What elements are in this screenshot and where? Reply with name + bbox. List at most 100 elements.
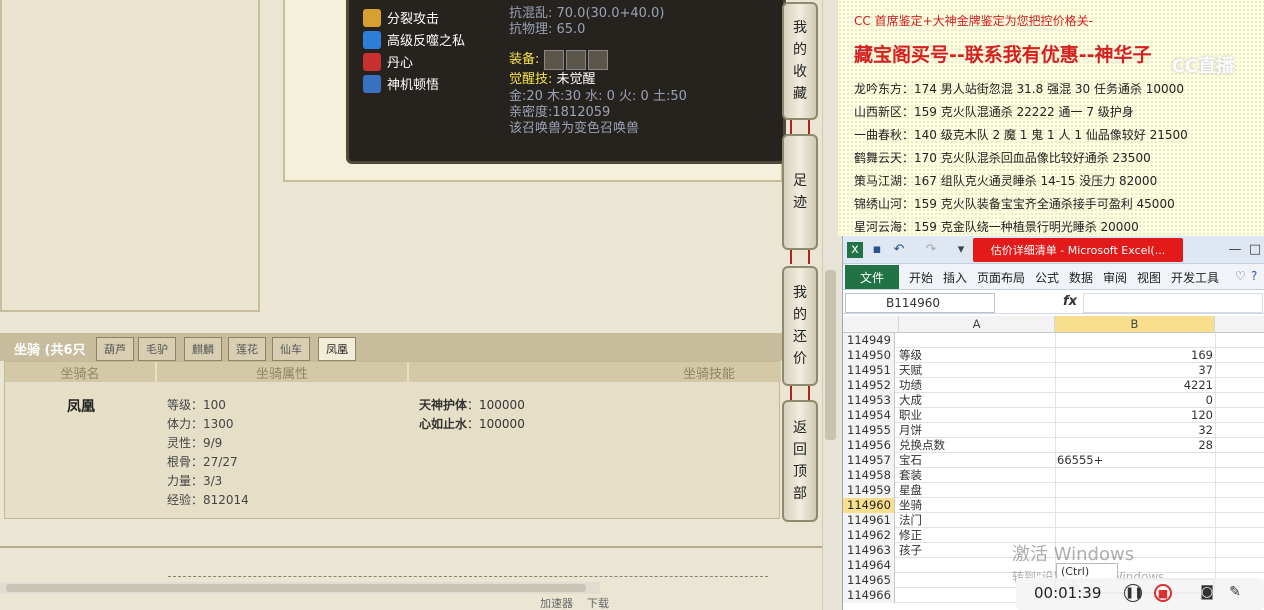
- row-number[interactable]: 114952: [843, 378, 895, 393]
- accelerator-link[interactable]: 加速器: [540, 595, 573, 610]
- cell-a[interactable]: 天赋: [899, 363, 922, 378]
- table-row[interactable]: 114956 兑换点数 28: [843, 438, 1264, 453]
- tab-mount[interactable]: 仙车: [272, 337, 310, 361]
- cell-a[interactable]: 职业: [899, 408, 922, 423]
- table-row[interactable]: 114959 星盘: [843, 483, 1264, 498]
- pen-icon[interactable]: ✎: [1226, 584, 1244, 602]
- tab-data[interactable]: 数据: [1069, 269, 1093, 286]
- cell-a[interactable]: 修正: [899, 528, 922, 543]
- table-row[interactable]: 114952 功绩 4221: [843, 378, 1264, 393]
- table-row[interactable]: 114960 坐骑: [843, 498, 1264, 513]
- cell-a[interactable]: 宝石: [899, 453, 922, 468]
- row-number[interactable]: 114949: [843, 333, 895, 348]
- tab-developer[interactable]: 开发工具: [1171, 269, 1219, 286]
- camera-icon[interactable]: ◙: [1198, 584, 1216, 602]
- cell-a[interactable]: 坐骑: [899, 498, 922, 513]
- maximize-icon[interactable]: □: [1247, 242, 1263, 258]
- row-number[interactable]: 114955: [843, 423, 895, 438]
- cell-a[interactable]: 大成: [899, 393, 922, 408]
- minimize-icon[interactable]: —: [1227, 242, 1243, 258]
- horizontal-scrollbar[interactable]: [0, 582, 600, 594]
- tab-mount-active[interactable]: 凤凰: [318, 337, 356, 361]
- row-number[interactable]: 114954: [843, 408, 895, 423]
- cell-b[interactable]: 169: [1055, 348, 1213, 363]
- scroll-thumb[interactable]: [825, 270, 836, 440]
- help-icon[interactable]: ?: [1251, 269, 1257, 283]
- row-number[interactable]: 114956: [843, 438, 895, 453]
- cell-b[interactable]: 66555+: [1057, 453, 1215, 468]
- tab-mount[interactable]: 毛驴: [138, 337, 176, 361]
- row-number[interactable]: 114960: [843, 498, 895, 513]
- cell-b[interactable]: 32: [1055, 423, 1213, 438]
- tab-review[interactable]: 审阅: [1103, 269, 1127, 286]
- row-number[interactable]: 114965: [843, 573, 895, 588]
- table-row[interactable]: 114950 等级 169: [843, 348, 1264, 363]
- row-number[interactable]: 114966: [843, 588, 895, 603]
- tab-file[interactable]: 文件: [845, 265, 899, 289]
- table-row[interactable]: 114949: [843, 333, 1264, 348]
- vertical-scrollbar[interactable]: [822, 0, 838, 610]
- row-number[interactable]: 114963: [843, 543, 895, 558]
- customize-qat-icon[interactable]: ▾: [953, 242, 969, 258]
- tab-mount[interactable]: 麒麟: [184, 337, 222, 361]
- cell-b[interactable]: 120: [1055, 408, 1213, 423]
- row-number[interactable]: 114959: [843, 483, 895, 498]
- pause-icon[interactable]: ❚❚: [1124, 584, 1143, 602]
- equip-slot[interactable]: [587, 49, 608, 70]
- tab-mount[interactable]: 葫芦: [96, 337, 134, 361]
- scroll-thumb[interactable]: [6, 584, 586, 592]
- row-number[interactable]: 114962: [843, 528, 895, 543]
- row-number[interactable]: 114961: [843, 513, 895, 528]
- row-number[interactable]: 114964: [843, 558, 895, 573]
- row-number[interactable]: 114951: [843, 363, 895, 378]
- equip-slot[interactable]: [543, 49, 564, 70]
- footprint-button[interactable]: 足迹: [782, 134, 818, 250]
- col-header-c[interactable]: [1215, 316, 1264, 333]
- cell-a[interactable]: 法门: [899, 513, 922, 528]
- col-header-b[interactable]: B: [1055, 316, 1215, 333]
- my-bargain-button[interactable]: 我的还价: [782, 266, 818, 386]
- cell-a[interactable]: 星盘: [899, 483, 922, 498]
- my-favorites-button[interactable]: 我的收藏: [782, 2, 818, 120]
- cell-a[interactable]: 功绩: [899, 378, 922, 393]
- redo-icon[interactable]: ↷: [923, 242, 939, 258]
- insert-function-icon[interactable]: fx: [1063, 294, 1077, 309]
- formula-input[interactable]: [1083, 293, 1263, 313]
- tab-home[interactable]: 开始: [909, 269, 933, 286]
- cell-a[interactable]: 兑换点数: [899, 438, 945, 453]
- cell-a[interactable]: 等级: [899, 348, 922, 363]
- row-number[interactable]: 114950: [843, 348, 895, 363]
- tab-insert[interactable]: 插入: [943, 269, 967, 286]
- row-number[interactable]: 114953: [843, 393, 895, 408]
- tab-page-layout[interactable]: 页面布局: [977, 269, 1025, 286]
- table-row[interactable]: 114955 月饼 32: [843, 423, 1264, 438]
- save-icon[interactable]: ▪: [869, 242, 885, 258]
- table-row[interactable]: 114953 大成 0: [843, 393, 1264, 408]
- cell-b[interactable]: 28: [1055, 438, 1213, 453]
- undo-icon[interactable]: ↶: [891, 242, 907, 258]
- stop-record-icon[interactable]: ■: [1154, 584, 1172, 602]
- cell-b[interactable]: 0: [1055, 393, 1213, 408]
- row-number[interactable]: 114958: [843, 468, 895, 483]
- cell-a[interactable]: 套装: [899, 468, 922, 483]
- download-link[interactable]: 下载: [587, 595, 609, 610]
- equip-slot[interactable]: [565, 49, 586, 70]
- name-box[interactable]: B114960: [845, 293, 995, 313]
- table-row[interactable]: 114961 法门: [843, 513, 1264, 528]
- col-header-a[interactable]: A: [899, 316, 1055, 333]
- row-number[interactable]: 114957: [843, 453, 895, 468]
- table-row[interactable]: 114951 天赋 37: [843, 363, 1264, 378]
- tab-mount[interactable]: 莲花: [228, 337, 266, 361]
- select-all-corner[interactable]: [843, 316, 899, 333]
- table-row[interactable]: 114954 职业 120: [843, 408, 1264, 423]
- cell-b[interactable]: 37: [1055, 363, 1213, 378]
- table-row[interactable]: 114958 套装: [843, 468, 1264, 483]
- cell-a[interactable]: 孩子: [899, 543, 922, 558]
- cell-b[interactable]: 4221: [1055, 378, 1213, 393]
- tab-formulas[interactable]: 公式: [1035, 269, 1059, 286]
- heart-icon[interactable]: ♡: [1235, 269, 1246, 283]
- table-row[interactable]: 114957 宝石 66555+: [843, 453, 1264, 468]
- back-to-top-button[interactable]: 返回顶部: [782, 400, 818, 522]
- cell-a[interactable]: 月饼: [899, 423, 922, 438]
- tab-view[interactable]: 视图: [1137, 269, 1161, 286]
